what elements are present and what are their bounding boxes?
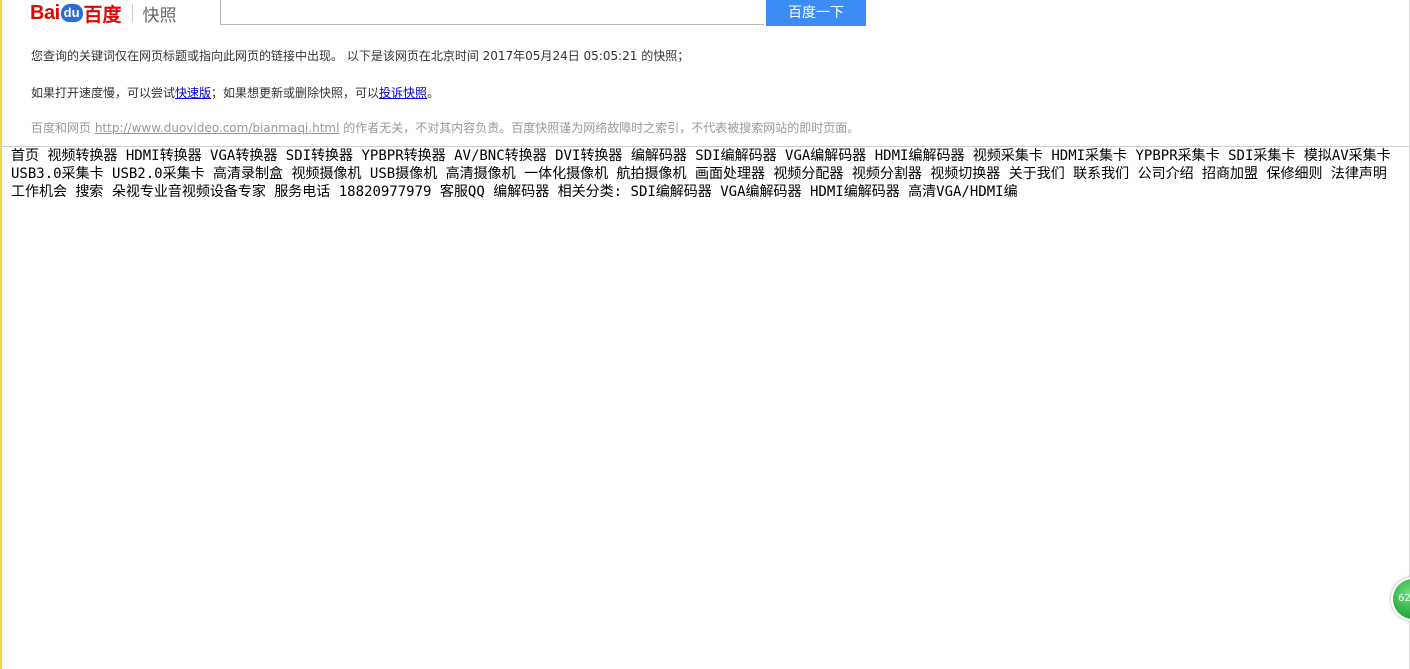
cached-link[interactable]: 视频分割器 (852, 166, 922, 182)
cached-link[interactable]: 公司介绍 (1138, 166, 1194, 182)
logo-divider (131, 4, 133, 22)
notice-text: 的作者无关，不对其内容负责。百度快照谨为网络故障时之索引，不代表被搜索网站的即时… (339, 121, 860, 135)
cached-link[interactable]: USB3.0采集卡 (11, 166, 104, 182)
cached-link[interactable]: 编解码器 (493, 184, 549, 200)
cached-link[interactable]: 联系我们 (1073, 166, 1129, 182)
cached-link[interactable]: VGA转换器 (210, 148, 277, 164)
left-edge-rule (0, 0, 2, 669)
original-url-link[interactable]: http://www.duovideo.com/bianmaqi.html (95, 121, 340, 135)
cached-link[interactable]: 高清摄像机 (446, 166, 516, 182)
cached-link[interactable]: 模拟AV采集卡 (1304, 148, 1391, 164)
cached-link[interactable]: 服务电话 18820977979 (274, 184, 431, 200)
cached-link[interactable]: USB摄像机 (370, 166, 437, 182)
cached-link[interactable]: SDI采集卡 (1228, 148, 1295, 164)
cached-link[interactable]: DVI转换器 (555, 148, 622, 164)
search-button[interactable]: 百度一下 (766, 0, 866, 26)
baidu-snapshot-logo[interactable]: Bai du 百度 快照 (30, 0, 177, 26)
cached-link[interactable]: HDMI编解码器 (875, 148, 965, 164)
cached-link[interactable]: 首页 (11, 148, 39, 164)
search-input[interactable] (220, 0, 764, 25)
cached-link[interactable]: 关于我们 (1009, 166, 1065, 182)
cached-link[interactable]: 搜索 (75, 184, 103, 200)
cached-link[interactable]: 航拍摄像机 (617, 166, 687, 182)
cached-link[interactable]: 视频切换器 (930, 166, 1000, 182)
logo-text-baidu-cn: 百度 (83, 3, 122, 26)
cached-link[interactable]: SDI转换器 (286, 148, 353, 164)
snapshot-notice-line2: 如果打开速度慢，可以尝试快速版；如果想更新或删除快照，可以投诉快照。 (31, 84, 439, 101)
snapshot-disclaimer: 百度和网页 http://www.duovideo.com/bianmaqi.h… (31, 119, 859, 136)
cached-link[interactable]: AV/BNC转换器 (454, 148, 547, 164)
cached-link[interactable]: 编解码器 (631, 148, 687, 164)
cached-link[interactable]: YPBPR采集卡 (1136, 148, 1220, 164)
cached-link[interactable]: VGA编解码器 (785, 148, 866, 164)
cached-link[interactable]: 朵视专业音视频设备专家 (112, 184, 266, 200)
cached-page-content: 首页 视频转换器 HDMI转换器 VGA转换器 SDI转换器 YPBPR转换器 … (11, 147, 1406, 201)
cached-link[interactable]: 视频分配器 (773, 166, 843, 182)
cached-link[interactable]: HDMI转换器 (126, 148, 202, 164)
cached-link[interactable]: 视频转换器 (47, 148, 117, 164)
cached-link[interactable]: SDI编解码器 (695, 148, 776, 164)
cached-link[interactable]: USB2.0采集卡 (112, 166, 205, 182)
cached-link[interactable]: 视频采集卡 (973, 148, 1043, 164)
cached-link[interactable]: 工作机会 (11, 184, 67, 200)
cached-link[interactable]: 一体化摄像机 (524, 166, 608, 182)
notice-text: 如果打开速度慢，可以尝试 (31, 86, 176, 100)
report-snapshot-link[interactable]: 投诉快照 (379, 86, 427, 100)
cached-link[interactable]: 高清录制盒 (213, 166, 283, 182)
cached-link[interactable]: 相关分类: (558, 184, 622, 200)
cached-link[interactable]: 法律声明 (1331, 166, 1387, 182)
paw-icon: du (60, 4, 83, 22)
cached-link[interactable]: 视频摄像机 (291, 166, 361, 182)
cached-link[interactable]: 保修细则 (1266, 166, 1322, 182)
cached-link[interactable]: HDMI采集卡 (1051, 148, 1127, 164)
logo-text-snapshot: 快照 (142, 5, 177, 26)
cached-link[interactable]: HDMI编解码器 (810, 184, 900, 200)
snapshot-notice-line1: 您查询的关键词仅在网页标题或指向此网页的链接中出现。 以下是该网页在北京时间 2… (31, 49, 690, 63)
fast-version-link[interactable]: 快速版 (175, 86, 211, 100)
notice-text: ；如果想更新或删除快照，可以 (211, 86, 380, 100)
cached-link[interactable]: VGA编解码器 (720, 184, 801, 200)
cached-link[interactable]: 招商加盟 (1202, 166, 1258, 182)
cached-link[interactable]: SDI编解码器 (631, 184, 712, 200)
notice-text: 百度和网页 (31, 121, 95, 135)
cached-link[interactable]: 画面处理器 (695, 166, 765, 182)
cached-link[interactable]: YPBPR转换器 (362, 148, 446, 164)
cached-link[interactable]: 客服QQ (440, 184, 485, 200)
logo-text-bai: Bai (30, 1, 60, 24)
floating-badge[interactable]: 62 (1391, 577, 1410, 621)
cached-link[interactable]: 高清VGA/HDMI编 (908, 184, 1017, 200)
notice-text: 。 (427, 86, 440, 100)
